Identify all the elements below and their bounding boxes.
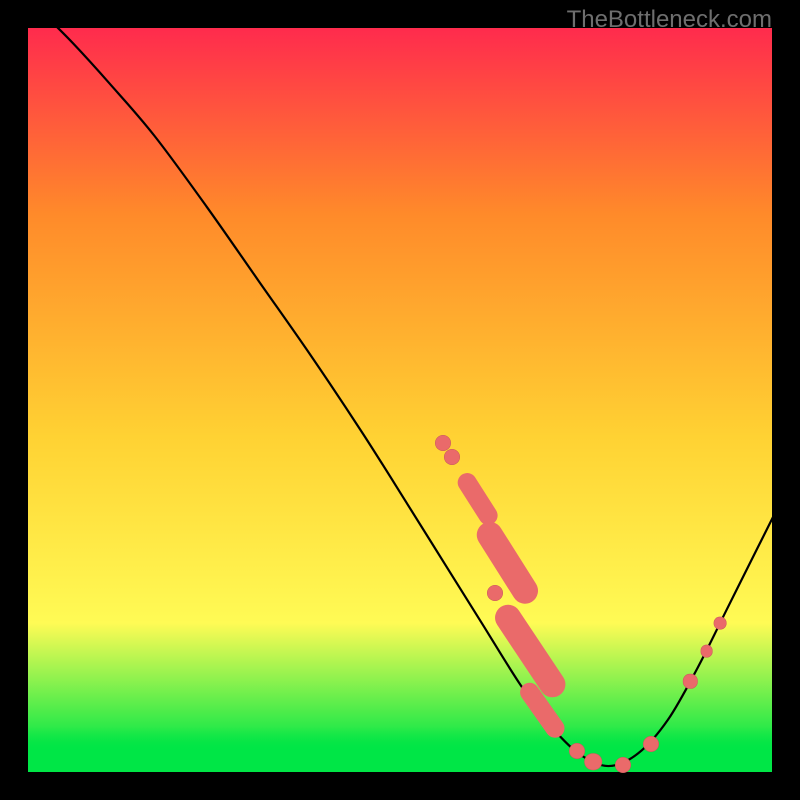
bottleneck-curve <box>28 28 772 772</box>
curve-marker <box>569 743 585 759</box>
curve-marker <box>643 736 659 752</box>
watermark-text: TheBottleneck.com <box>567 6 772 34</box>
plot-area <box>28 28 772 772</box>
curve-marker <box>714 617 727 630</box>
curve-marker <box>585 753 603 771</box>
outer-frame <box>28 28 772 772</box>
curve-marker <box>487 585 503 601</box>
curve-marker <box>444 449 460 465</box>
curve-marker <box>700 645 713 658</box>
curve-path <box>43 13 780 766</box>
curve-marker <box>615 757 631 773</box>
